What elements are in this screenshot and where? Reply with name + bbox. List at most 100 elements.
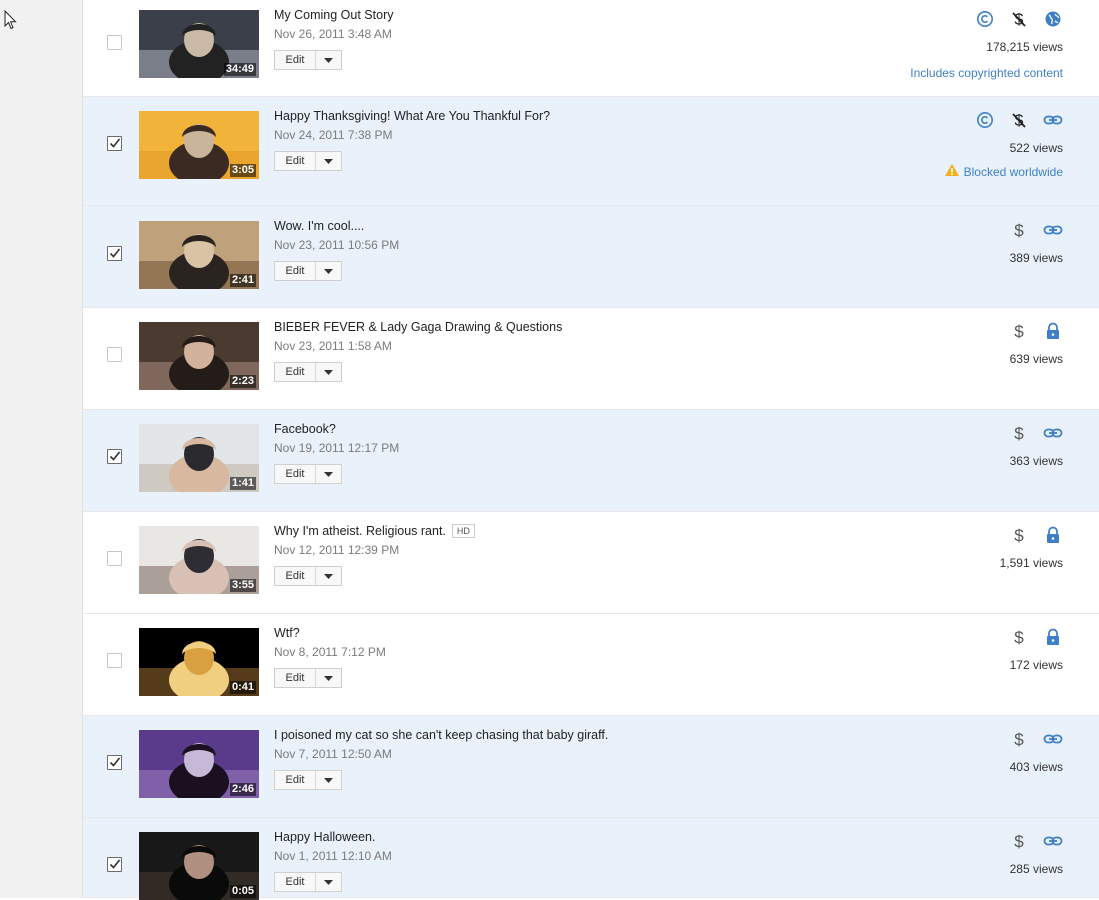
no-monetization-icon[interactable]: $: [1009, 110, 1029, 130]
video-thumbnail[interactable]: 3:55: [139, 526, 259, 594]
select-checkbox[interactable]: [107, 755, 122, 770]
edit-button[interactable]: Edit: [275, 465, 316, 483]
video-status-icons: $: [1009, 220, 1063, 240]
select-checkbox[interactable]: [107, 347, 122, 362]
status-text: Includes copyrighted content: [910, 66, 1063, 80]
video-status-icons: $: [1009, 831, 1063, 851]
lock-icon[interactable]: [1043, 525, 1063, 545]
video-title-link[interactable]: BIEBER FEVER & Lady Gaga Drawing & Quest…: [274, 320, 562, 334]
video-status-icons: $: [1009, 423, 1063, 443]
select-checkbox[interactable]: [107, 136, 122, 151]
monetization-icon[interactable]: $: [1009, 220, 1029, 240]
video-date: Nov 12, 2011 12:39 PM: [274, 543, 400, 557]
view-count: 285 views: [1009, 862, 1063, 876]
monetization-icon[interactable]: $: [1009, 525, 1029, 545]
video-row[interactable]: 2:41 Wow. I'm cool.... Nov 23, 2011 10:5…: [83, 206, 1099, 308]
video-row[interactable]: 3:55 Why I'm atheist. Religious rant. HD …: [83, 512, 1099, 614]
link-icon[interactable]: [1043, 110, 1063, 130]
lock-icon[interactable]: [1043, 321, 1063, 341]
monetization-icon[interactable]: $: [1009, 831, 1029, 851]
video-date: Nov 26, 2011 3:48 AM: [274, 27, 392, 41]
monetization-icon[interactable]: $: [1009, 423, 1029, 443]
edit-button[interactable]: Edit: [275, 363, 316, 381]
caret-down-icon: [324, 268, 333, 274]
blocked-status-link[interactable]: Blocked worldwide: [944, 163, 1063, 180]
monetization-icon[interactable]: $: [1009, 729, 1029, 749]
edit-button-group: Edit: [274, 50, 342, 70]
edit-dropdown-button[interactable]: [316, 152, 341, 170]
video-thumbnail[interactable]: 0:05: [139, 832, 259, 900]
edit-button[interactable]: Edit: [275, 669, 316, 687]
video-title-link[interactable]: Happy Halloween.: [274, 830, 375, 844]
globe-icon[interactable]: [1043, 9, 1063, 29]
no-monetization-icon[interactable]: $: [1009, 9, 1029, 29]
video-row[interactable]: 3:05 Happy Thanksgiving! What Are You Th…: [83, 97, 1099, 206]
video-title-link[interactable]: Happy Thanksgiving! What Are You Thankfu…: [274, 109, 550, 123]
warning-icon: [944, 163, 960, 180]
link-icon[interactable]: [1043, 220, 1063, 240]
copyright-icon[interactable]: [975, 9, 995, 29]
select-checkbox[interactable]: [107, 551, 122, 566]
edit-dropdown-button[interactable]: [316, 363, 341, 381]
edit-button[interactable]: Edit: [275, 51, 316, 69]
link-icon[interactable]: [1043, 831, 1063, 851]
svg-text:$: $: [1014, 832, 1024, 850]
video-thumbnail[interactable]: 2:41: [139, 221, 259, 289]
video-thumbnail[interactable]: 2:46: [139, 730, 259, 798]
video-thumbnail[interactable]: 2:23: [139, 322, 259, 390]
view-count: 363 views: [1009, 454, 1063, 468]
edit-dropdown-button[interactable]: [316, 567, 341, 585]
video-row[interactable]: 1:41 Facebook? Nov 19, 2011 12:17 PM Edi…: [83, 410, 1099, 512]
video-status-icons: $: [1009, 627, 1063, 647]
copyright-icon[interactable]: [975, 110, 995, 130]
lock-icon[interactable]: [1043, 627, 1063, 647]
video-thumbnail[interactable]: 0:41: [139, 628, 259, 696]
edit-button[interactable]: Edit: [275, 771, 316, 789]
monetization-icon[interactable]: $: [1009, 321, 1029, 341]
video-row[interactable]: 34:49 My Coming Out Story Nov 26, 2011 3…: [83, 0, 1099, 97]
status-text: Blocked worldwide: [963, 164, 1063, 179]
edit-dropdown-button[interactable]: [316, 771, 341, 789]
left-sidebar: [0, 0, 83, 898]
video-title-link[interactable]: My Coming Out Story: [274, 8, 393, 22]
edit-button[interactable]: Edit: [275, 152, 316, 170]
select-checkbox[interactable]: [107, 857, 122, 872]
monetization-icon[interactable]: $: [1009, 627, 1029, 647]
video-row[interactable]: 0:05 Happy Halloween. Nov 1, 2011 12:10 …: [83, 818, 1099, 900]
select-checkbox[interactable]: [107, 449, 122, 464]
video-thumbnail[interactable]: 1:41: [139, 424, 259, 492]
link-icon[interactable]: [1043, 729, 1063, 749]
select-checkbox[interactable]: [107, 653, 122, 668]
video-title-link[interactable]: I poisoned my cat so she can't keep chas…: [274, 728, 608, 742]
video-date: Nov 19, 2011 12:17 PM: [274, 441, 400, 455]
select-checkbox[interactable]: [107, 35, 122, 50]
video-thumbnail[interactable]: 34:49: [139, 10, 259, 78]
video-row[interactable]: 0:41 Wtf? Nov 8, 2011 7:12 PM Edit $ 172…: [83, 614, 1099, 716]
copyright-status-link[interactable]: Includes copyrighted content: [910, 66, 1063, 80]
edit-button-group: Edit: [274, 872, 342, 892]
video-title-link[interactable]: Facebook?: [274, 422, 336, 436]
edit-button[interactable]: Edit: [275, 873, 316, 891]
video-date: Nov 8, 2011 7:12 PM: [274, 645, 386, 659]
edit-dropdown-button[interactable]: [316, 873, 341, 891]
edit-dropdown-button[interactable]: [316, 669, 341, 687]
video-status-icons: $: [1009, 321, 1063, 341]
video-date: Nov 1, 2011 12:10 AM: [274, 849, 392, 863]
video-title-link[interactable]: Wow. I'm cool....: [274, 219, 364, 233]
edit-button-group: Edit: [274, 770, 342, 790]
edit-dropdown-button[interactable]: [316, 262, 341, 280]
edit-button[interactable]: Edit: [275, 567, 316, 585]
link-icon[interactable]: [1043, 423, 1063, 443]
edit-button[interactable]: Edit: [275, 262, 316, 280]
video-row[interactable]: 2:23 BIEBER FEVER & Lady Gaga Drawing & …: [83, 308, 1099, 410]
select-checkbox[interactable]: [107, 246, 122, 261]
video-thumbnail[interactable]: 3:05: [139, 111, 259, 179]
edit-dropdown-button[interactable]: [316, 51, 341, 69]
edit-button-group: Edit: [274, 362, 342, 382]
video-duration: 3:55: [229, 579, 256, 592]
caret-down-icon: [324, 57, 333, 63]
edit-dropdown-button[interactable]: [316, 465, 341, 483]
video-title-link[interactable]: Wtf?: [274, 626, 300, 640]
video-title-link[interactable]: Why I'm atheist. Religious rant.: [274, 524, 446, 538]
video-row[interactable]: 2:46 I poisoned my cat so she can't keep…: [83, 716, 1099, 818]
